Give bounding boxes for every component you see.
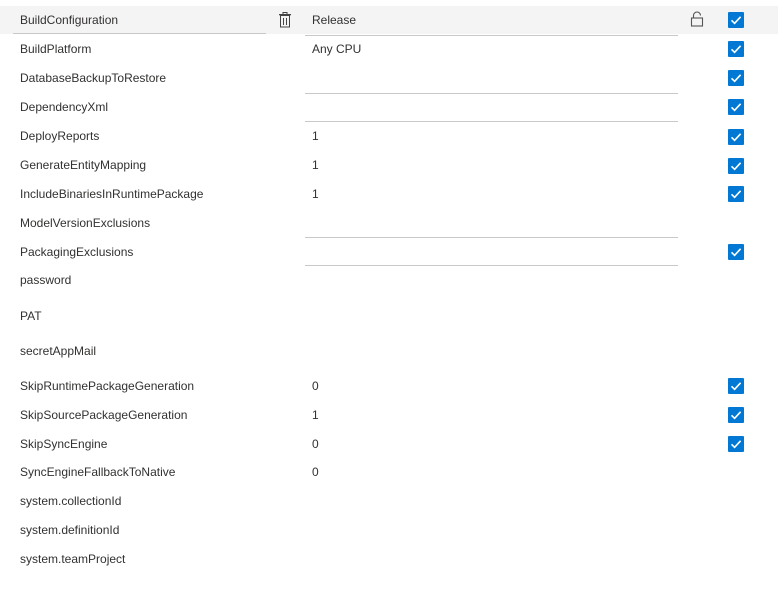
settable-at-queue-checkbox[interactable] <box>728 12 744 28</box>
check-icon <box>730 45 742 54</box>
settable-at-queue-checkbox[interactable] <box>728 99 744 115</box>
settable-at-queue-checkbox[interactable] <box>728 186 744 202</box>
variable-name[interactable]: PackagingExclusions <box>20 238 133 266</box>
variable-name[interactable]: IncludeBinariesInRuntimePackage <box>20 180 203 208</box>
variable-name[interactable]: system.teamProject <box>20 545 125 573</box>
variable-name[interactable]: SkipSyncEngine <box>20 430 107 458</box>
settable-at-queue-checkbox[interactable] <box>728 407 744 423</box>
variable-value[interactable]: 0 <box>312 458 319 486</box>
variable-row[interactable]: SkipSyncEngine 0 <box>0 430 778 458</box>
variables-grid: BuildConfiguration Release BuildPlatform… <box>0 0 778 591</box>
variable-row[interactable]: DeployReports 1 <box>0 122 778 150</box>
variable-name[interactable]: PAT <box>20 302 42 330</box>
check-icon <box>730 440 742 449</box>
variable-row[interactable]: SkipRuntimePackageGeneration 0 <box>0 372 778 400</box>
variable-value[interactable]: Any CPU <box>312 35 361 63</box>
settable-at-queue-checkbox[interactable] <box>728 70 744 86</box>
variable-row[interactable]: SyncEngineFallbackToNative 0 <box>0 458 778 486</box>
variable-row[interactable]: system.collectionId <box>0 487 778 515</box>
variable-row[interactable]: BuildPlatform Any CPU <box>0 35 778 63</box>
variable-name[interactable]: GenerateEntityMapping <box>20 151 146 179</box>
variable-name[interactable]: SkipSourcePackageGeneration <box>20 401 187 429</box>
variable-name[interactable]: BuildPlatform <box>20 35 91 63</box>
settable-at-queue-checkbox[interactable] <box>728 41 744 57</box>
variable-row[interactable]: BuildConfiguration Release <box>0 6 778 36</box>
settable-at-queue-checkbox[interactable] <box>728 378 744 394</box>
variable-name[interactable]: DeployReports <box>20 122 99 150</box>
variable-row[interactable]: DatabaseBackupToRestore <box>0 64 778 94</box>
variable-row[interactable]: system.teamProject <box>0 545 778 573</box>
variable-row[interactable]: GenerateEntityMapping 1 <box>0 151 778 179</box>
variable-row[interactable]: IncludeBinariesInRuntimePackage 1 <box>0 180 778 208</box>
variable-row[interactable]: PAT <box>0 302 778 330</box>
variable-value[interactable]: 1 <box>312 401 319 429</box>
settable-at-queue-checkbox[interactable] <box>728 129 744 145</box>
lock-icon[interactable] <box>690 11 704 27</box>
variable-name[interactable]: DatabaseBackupToRestore <box>20 64 166 92</box>
variable-value[interactable]: 0 <box>312 372 319 400</box>
name-field-underline <box>13 33 266 34</box>
check-icon <box>730 133 742 142</box>
check-icon <box>730 248 742 257</box>
variable-value[interactable]: 0 <box>312 430 319 458</box>
settable-at-queue-checkbox[interactable] <box>728 244 744 260</box>
variable-value[interactable]: 1 <box>312 122 319 150</box>
variable-name[interactable]: password <box>20 266 71 294</box>
trash-icon[interactable] <box>278 12 292 28</box>
settable-at-queue-checkbox[interactable] <box>728 436 744 452</box>
check-icon <box>730 74 742 83</box>
variable-name[interactable]: BuildConfiguration <box>20 6 118 34</box>
variable-value[interactable]: 1 <box>312 151 319 179</box>
variable-name[interactable]: SyncEngineFallbackToNative <box>20 458 175 486</box>
variable-row[interactable]: system.definitionId <box>0 516 778 544</box>
check-icon <box>730 16 742 25</box>
variable-name[interactable]: secretAppMail <box>20 337 96 365</box>
variable-row[interactable]: secretAppMail <box>0 337 778 365</box>
variable-name[interactable]: system.collectionId <box>20 487 121 515</box>
variable-row[interactable]: password <box>0 266 778 294</box>
variable-value[interactable]: 1 <box>312 180 319 208</box>
variable-value[interactable]: Release <box>312 6 356 34</box>
variable-row[interactable]: ModelVersionExclusions <box>0 209 778 238</box>
variable-row[interactable]: PackagingExclusions <box>0 238 778 266</box>
settable-at-queue-checkbox[interactable] <box>728 158 744 174</box>
variable-row[interactable]: DependencyXml <box>0 93 778 122</box>
check-icon <box>730 411 742 420</box>
variable-name[interactable]: ModelVersionExclusions <box>20 209 150 237</box>
variable-name[interactable]: system.definitionId <box>20 516 119 544</box>
check-icon <box>730 162 742 171</box>
variable-name[interactable]: SkipRuntimePackageGeneration <box>20 372 194 400</box>
check-icon <box>730 103 742 112</box>
check-icon <box>730 382 742 391</box>
variable-row[interactable]: SkipSourcePackageGeneration 1 <box>0 401 778 429</box>
variable-name[interactable]: DependencyXml <box>20 93 108 121</box>
check-icon <box>730 190 742 199</box>
